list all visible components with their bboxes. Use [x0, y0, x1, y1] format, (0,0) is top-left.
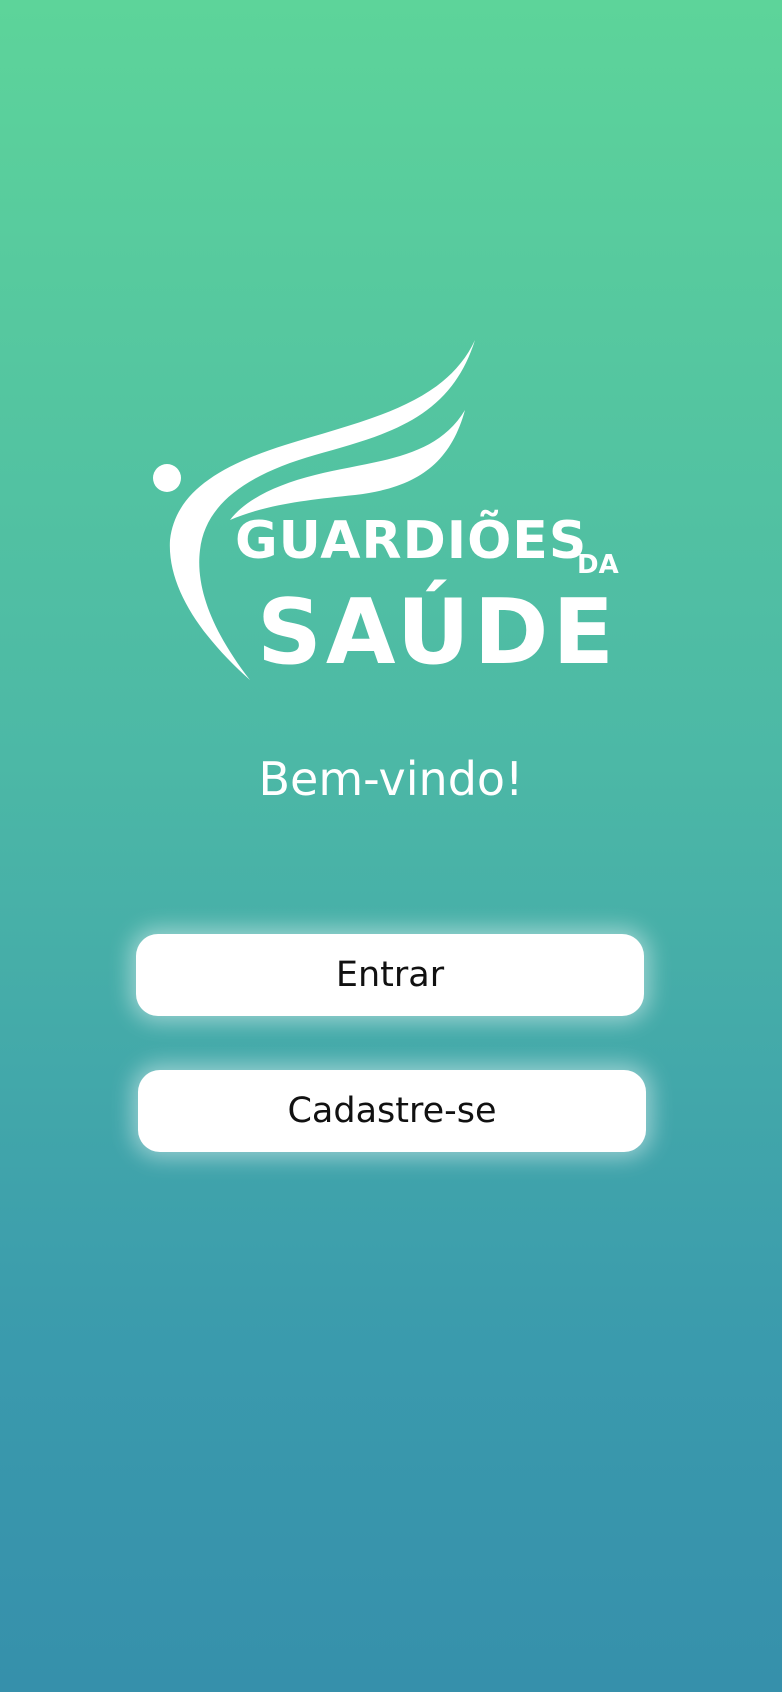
signup-button[interactable]: Cadastre-se — [138, 1070, 646, 1152]
logo-line2: SAÚDE — [257, 578, 618, 685]
login-button-label: Entrar — [335, 955, 445, 995]
logo-line1-suffix: DA — [577, 550, 619, 580]
logo-line1: GUARDIÕES — [235, 510, 587, 571]
welcome-heading: Bem-vindo! — [258, 752, 524, 806]
logo-head-icon — [153, 464, 181, 492]
login-button[interactable]: Entrar — [136, 934, 644, 1016]
signup-button-label: Cadastre-se — [287, 1091, 497, 1131]
logo-graphic: GUARDIÕES DA SAÚDE — [153, 340, 619, 685]
welcome-screen: GUARDIÕES DA SAÚDE Bem-vindo! Entrar Cad… — [0, 0, 782, 1692]
guardioes-da-saude-logo: GUARDIÕES DA SAÚDE — [145, 335, 635, 685]
